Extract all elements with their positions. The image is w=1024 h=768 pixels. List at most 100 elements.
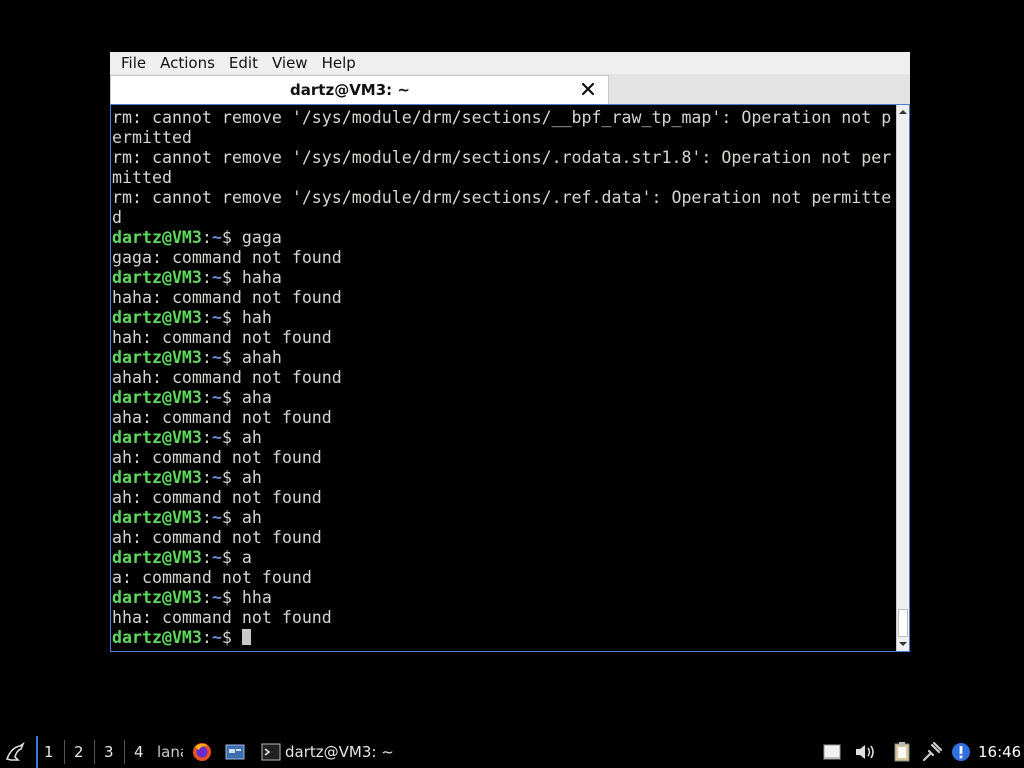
terminal-icon	[261, 743, 281, 761]
prompt-path: ~	[211, 228, 222, 247]
prompt-path: ~	[211, 268, 222, 287]
taskbar: 1 2 3 4 lana dartz@VM3: ~	[0, 736, 1024, 768]
prompt-path: ~	[211, 628, 222, 647]
command-text: gaga	[241, 228, 282, 247]
prompt-symbol: $	[221, 268, 242, 287]
prompt-symbol: $	[221, 468, 242, 487]
workspace-2[interactable]: 2	[74, 736, 84, 768]
command-text: aha	[241, 388, 272, 407]
prompt-symbol: $	[221, 548, 242, 567]
clock[interactable]: 16:46	[978, 736, 1021, 768]
clipboard-tray[interactable]	[891, 736, 913, 768]
output-line: aha: command not found	[112, 408, 332, 427]
output-line: hha: command not found	[112, 608, 332, 627]
menu-edit[interactable]: Edit	[218, 54, 258, 72]
notes-tray[interactable]	[822, 736, 842, 768]
prompt-symbol: $	[221, 428, 242, 447]
output-line: rm: cannot remove '/sys/module/drm/secti…	[112, 108, 892, 127]
menu-file[interactable]: File	[110, 54, 146, 72]
menu-actions[interactable]: Actions	[149, 54, 215, 72]
prompt-user: dartz@VM3	[112, 308, 202, 327]
text-cursor	[241, 629, 251, 645]
scroll-down-icon[interactable]	[898, 639, 908, 649]
tab-title: dartz@VM3: ~	[290, 81, 410, 99]
volume-icon	[856, 745, 874, 759]
prompt-user: dartz@VM3	[112, 228, 202, 247]
workspace-4[interactable]: 4	[134, 736, 144, 768]
prompt-path: ~	[211, 388, 222, 407]
prompt-line: dartz@VM3:~$ aha	[112, 388, 896, 408]
prompt-path: ~	[211, 548, 222, 567]
scroll-up-icon[interactable]	[898, 107, 908, 117]
update-icon	[952, 743, 970, 761]
prompt-symbol: $	[221, 508, 242, 527]
command-text: ah	[241, 508, 262, 527]
update-tray[interactable]	[950, 736, 972, 768]
prompt-line: dartz@VM3:~$ ahah	[112, 348, 896, 368]
output-line: ah: command not found	[112, 448, 322, 467]
prompt-line: dartz@VM3:~$ a	[112, 548, 896, 568]
command-text: hha	[241, 588, 272, 607]
command-text: ahah	[241, 348, 282, 367]
start-menu-button[interactable]	[4, 736, 26, 768]
prompt-colon: :	[201, 588, 212, 607]
prompt-colon: :	[201, 628, 212, 647]
firefox-icon	[193, 743, 211, 761]
prompt-path: ~	[211, 428, 222, 447]
command-text: ah	[241, 468, 262, 487]
prompt-line: dartz@VM3:~$ ah	[112, 428, 896, 448]
close-icon[interactable]	[580, 81, 596, 97]
menubar: File Actions Edit View Help	[110, 52, 910, 74]
prompt-line: dartz@VM3:~$ gaga	[112, 228, 896, 248]
prompt-line: dartz@VM3:~$	[112, 628, 896, 648]
output-line: ah: command not found	[112, 528, 322, 547]
output-line: d	[112, 208, 122, 227]
scrollbar[interactable]	[896, 105, 909, 651]
prompt-symbol: $	[221, 388, 242, 407]
prompt-path: ~	[211, 588, 222, 607]
prompt-user: dartz@VM3	[112, 628, 202, 647]
file-manager-icon	[225, 744, 245, 760]
prompt-path: ~	[211, 468, 222, 487]
prompt-user: dartz@VM3	[112, 348, 202, 367]
prompt-user: dartz@VM3	[112, 268, 202, 287]
volume-tray[interactable]	[854, 736, 878, 768]
prompt-user: dartz@VM3	[112, 548, 202, 567]
prompt-colon: :	[201, 388, 212, 407]
prompt-user: dartz@VM3	[112, 428, 202, 447]
output-line: ah: command not found	[112, 488, 322, 507]
truncated-launcher-label[interactable]: lana	[157, 736, 183, 768]
start-menu-icon	[5, 741, 25, 761]
prompt-user: dartz@VM3	[112, 508, 202, 527]
workspace-1[interactable]: 1	[36, 736, 54, 768]
firefox-launcher[interactable]	[191, 736, 213, 768]
task-terminal[interactable]: dartz@VM3: ~	[261, 736, 394, 768]
tab-bar: dartz@VM3: ~	[110, 74, 910, 104]
prompt-symbol: $	[221, 588, 242, 607]
prompt-user: dartz@VM3	[112, 468, 202, 487]
prompt-line: dartz@VM3:~$ hha	[112, 588, 896, 608]
output-line: ermitted	[112, 128, 192, 147]
prompt-colon: :	[201, 348, 212, 367]
output-line: a: command not found	[112, 568, 312, 587]
menu-help[interactable]: Help	[311, 54, 356, 72]
prompt-symbol: $	[221, 628, 242, 647]
terminal-window: File Actions Edit View Help dartz@VM3: ~…	[110, 52, 910, 652]
command-text: a	[241, 548, 252, 567]
command-text: ah	[241, 428, 262, 447]
prompt-colon: :	[201, 468, 212, 487]
terminal-output[interactable]: rm: cannot remove '/sys/module/drm/secti…	[110, 104, 910, 652]
prompt-line: dartz@VM3:~$ ah	[112, 468, 896, 488]
clipboard-icon	[894, 742, 910, 762]
file-manager-launcher[interactable]	[224, 736, 246, 768]
network-tray[interactable]	[921, 736, 943, 768]
scrollbar-thumb[interactable]	[898, 609, 908, 637]
workspace-3[interactable]: 3	[104, 736, 114, 768]
prompt-user: dartz@VM3	[112, 588, 202, 607]
output-line: mitted	[112, 168, 172, 187]
prompt-user: dartz@VM3	[112, 388, 202, 407]
tab-terminal[interactable]: dartz@VM3: ~	[110, 75, 609, 104]
output-line: hah: command not found	[112, 328, 332, 347]
task-terminal-label: dartz@VM3: ~	[285, 743, 394, 761]
menu-view[interactable]: View	[261, 54, 308, 72]
